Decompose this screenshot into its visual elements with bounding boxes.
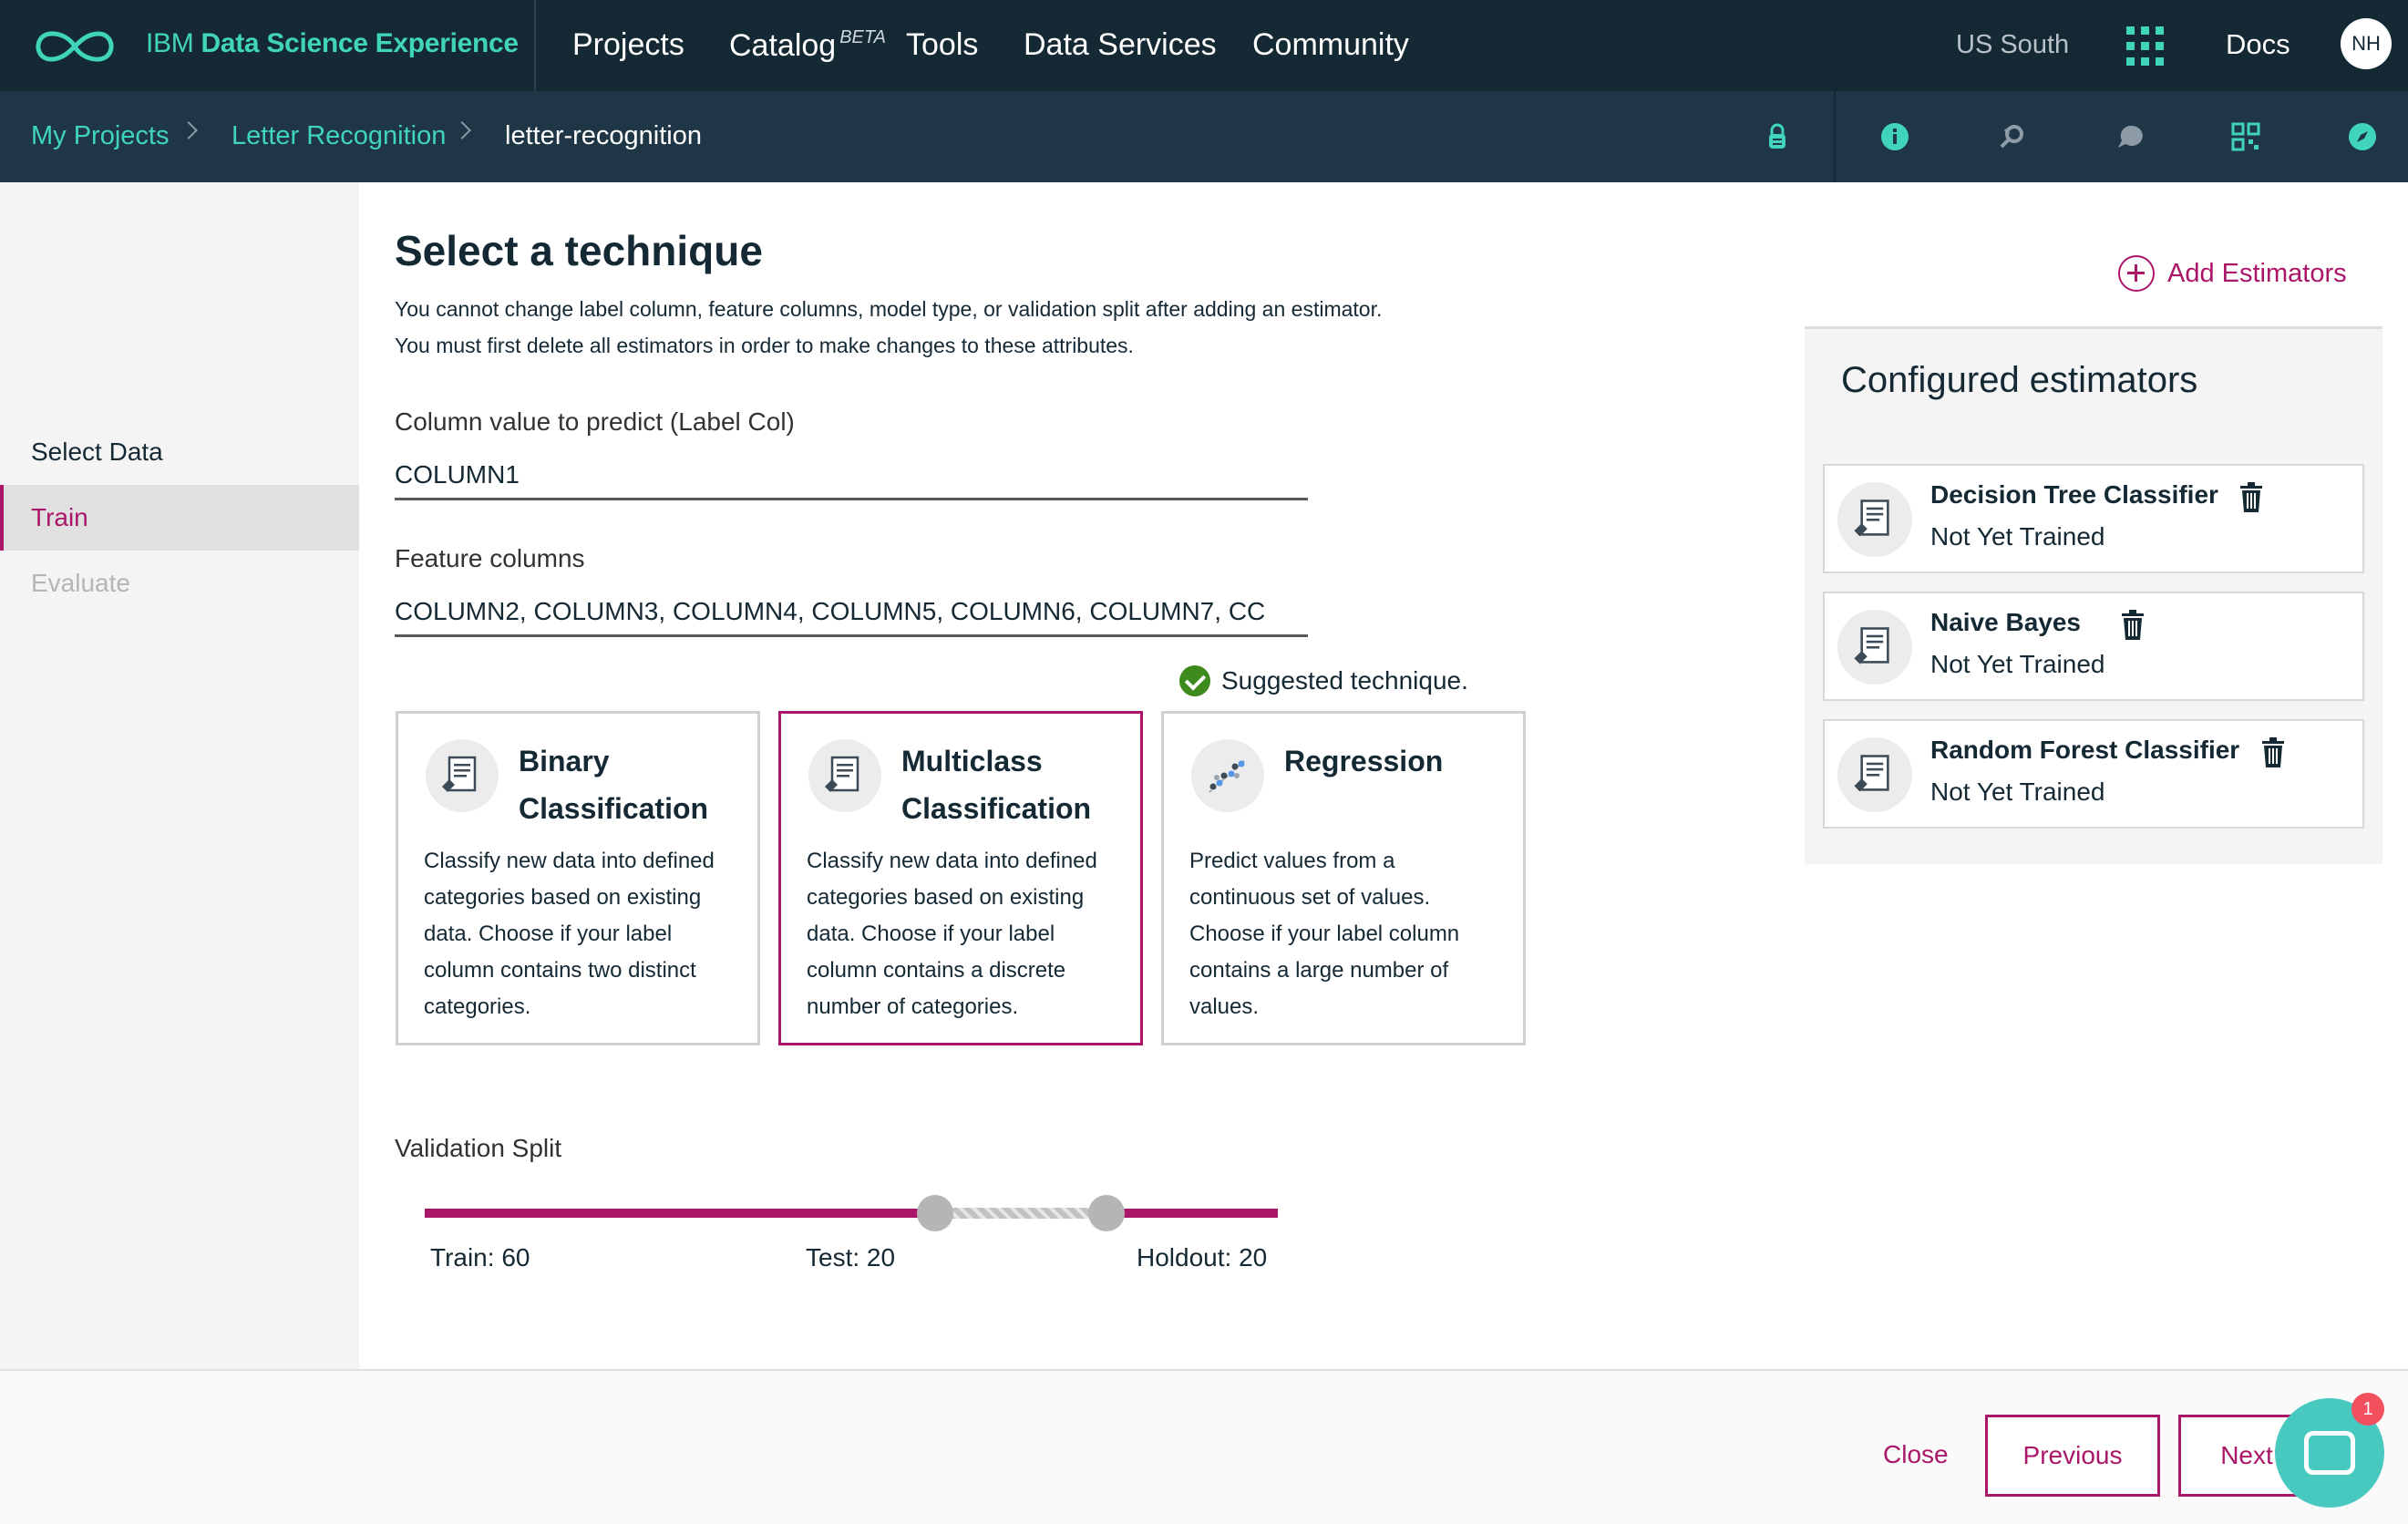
nav-projects[interactable]: Projects	[572, 27, 684, 63]
brand-name: Data Science Experience	[201, 28, 519, 58]
feature-cols-field[interactable]: COLUMN2, COLUMN3, COLUMN4, COLUMN5, COLU…	[395, 581, 1308, 637]
label-col-field[interactable]: COLUMN1	[395, 444, 1308, 500]
technique-card-regression[interactable]: Regression Predict values from a continu…	[1161, 711, 1526, 1045]
train-value: Train: 60	[430, 1243, 530, 1272]
nav-data-services[interactable]: Data Services	[1024, 27, 1217, 63]
document-tag-icon	[1837, 482, 1912, 557]
nav-community[interactable]: Community	[1252, 27, 1409, 63]
region-selector[interactable]: US South	[1956, 30, 2069, 60]
docs-link[interactable]: Docs	[2226, 28, 2290, 61]
footer-bar: Close Previous Next	[0, 1369, 2408, 1524]
technique-description: Classify new data into defined categorie…	[424, 849, 715, 1019]
qr-code-icon[interactable]	[2228, 118, 2264, 155]
nav-catalog-label: Catalog	[729, 28, 837, 63]
scatter-plot-icon	[1191, 739, 1264, 812]
holdout-segment	[1106, 1209, 1278, 1218]
trash-icon[interactable]	[2260, 737, 2286, 768]
validation-split-label: Validation Split	[395, 1134, 562, 1162]
document-tag-icon	[1837, 737, 1912, 812]
nav-tools[interactable]: Tools	[906, 27, 978, 63]
technique-description: Predict values from a continuous set of …	[1189, 849, 1460, 1019]
breadcrumb-project[interactable]: Letter Recognition	[232, 121, 446, 151]
train-test-slider-handle[interactable]	[917, 1195, 953, 1231]
technique-title: Regression	[1284, 745, 1444, 777]
trash-icon[interactable]	[2120, 610, 2146, 641]
info-text-line-1: You cannot change label column, feature …	[395, 297, 1383, 321]
add-estimators-button[interactable]: Add Estimators	[2118, 255, 2347, 292]
chat-icon	[2304, 1431, 2355, 1475]
document-tag-icon	[426, 739, 499, 812]
suggested-text: Suggested technique.	[1221, 666, 1468, 695]
technique-card-binary[interactable]: Binary Classification Classify new data …	[396, 711, 760, 1045]
technique-card-multiclass[interactable]: Multiclass Classification Classify new d…	[778, 711, 1143, 1045]
technique-title: Multiclass Classification	[901, 745, 1092, 825]
step-sidebar: Select Data Train Evaluate	[0, 182, 359, 1369]
grid-icon[interactable]	[2126, 26, 2166, 67]
estimator-status: Not Yet Trained	[1930, 777, 2105, 806]
technique-description: Classify new data into defined categorie…	[807, 849, 1097, 1019]
document-tag-icon	[808, 739, 881, 812]
estimator-card[interactable]: Decision Tree Classifier Not Yet Trained	[1823, 464, 2364, 573]
estimator-name: Random Forest Classifier	[1930, 736, 2240, 764]
infinity-logo-icon[interactable]	[31, 25, 118, 68]
breadcrumb-my-projects[interactable]: My Projects	[31, 121, 169, 151]
page-title: Select a technique	[395, 227, 763, 274]
estimator-card[interactable]: Naive Bayes Not Yet Trained	[1823, 592, 2364, 701]
train-segment	[425, 1209, 935, 1218]
divider	[1834, 91, 1836, 182]
test-holdout-slider-handle[interactable]	[1088, 1195, 1125, 1231]
suggested-technique-note: Suggested technique.	[1179, 665, 1468, 696]
estimator-status: Not Yet Trained	[1930, 650, 2105, 678]
checkmark-icon	[1179, 665, 1210, 696]
avatar[interactable]: NH	[2341, 18, 2392, 69]
notification-badge: 1	[2351, 1393, 2384, 1426]
sidebar-item-evaluate: Evaluate	[31, 569, 130, 597]
nav-catalog[interactable]: Catalog BETA	[729, 27, 886, 64]
feature-cols-label: Feature columns	[395, 544, 585, 572]
configured-estimators-heading: Configured estimators	[1841, 360, 2198, 400]
estimator-status: Not Yet Trained	[1930, 522, 2105, 551]
product-brand[interactable]: IBM Data Science Experience	[146, 28, 519, 59]
brand-prefix: IBM	[146, 28, 194, 58]
estimator-card[interactable]: Random Forest Classifier Not Yet Trained	[1823, 719, 2364, 829]
previous-button[interactable]: Previous	[1985, 1415, 2160, 1497]
breadcrumb-current: letter-recognition	[505, 121, 702, 150]
estimator-name: Decision Tree Classifier	[1930, 480, 2218, 509]
sidebar-item-select-data[interactable]: Select Data	[0, 419, 359, 485]
test-segment	[935, 1208, 1106, 1219]
technique-title: Binary Classification	[519, 745, 709, 825]
configured-estimators-panel: Configured estimators Decision Tree Clas…	[1805, 326, 2382, 864]
top-navigation-bar: IBM Data Science Experience Projects Cat…	[0, 0, 2408, 91]
divider	[534, 0, 536, 91]
plus-circle-icon	[2118, 255, 2155, 292]
close-button[interactable]: Close	[1883, 1440, 1949, 1469]
info-icon[interactable]	[1877, 118, 1913, 155]
compass-icon[interactable]	[2344, 118, 2381, 155]
test-value: Test: 20	[806, 1243, 896, 1272]
document-tag-icon	[1837, 610, 1912, 685]
estimator-name: Naive Bayes	[1930, 608, 2082, 636]
holdout-value: Holdout: 20	[1137, 1243, 1268, 1272]
label-col-label: Column value to predict (Label Col)	[395, 407, 795, 436]
lock-icon[interactable]	[1759, 118, 1796, 155]
add-estimators-label: Add Estimators	[2167, 259, 2347, 288]
chevron-right-icon	[453, 121, 471, 139]
beta-badge: BETA	[839, 27, 886, 47]
find-replace-icon[interactable]	[1994, 118, 2031, 155]
trash-icon[interactable]	[2238, 482, 2264, 513]
comment-icon[interactable]	[2111, 118, 2147, 155]
info-text-line-2: You must first delete all estimators in …	[395, 334, 1134, 357]
breadcrumb-bar: My Projects Letter Recognition letter-re…	[0, 91, 2408, 182]
chevron-right-icon	[180, 121, 198, 139]
sidebar-item-train[interactable]: Train	[0, 485, 359, 551]
